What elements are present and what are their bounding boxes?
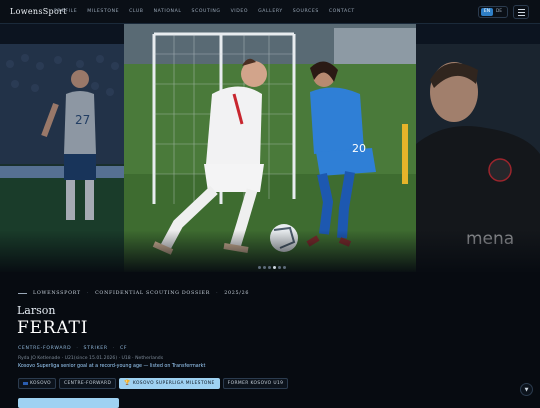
- dossier-header: LOWENSSPORT · CONFIDENTIAL SCOUTING DOSS…: [18, 291, 249, 296]
- scroll-down-button[interactable]: ▼: [520, 383, 533, 396]
- hero-carousel: 27 20: [0, 24, 540, 272]
- flag-icon: [23, 382, 28, 385]
- nav-item-scouting[interactable]: SCOUTING: [192, 9, 221, 14]
- top-navbar: LowensSport PROFILE MILESTONE CLUB NATIO…: [0, 0, 540, 24]
- main-menu: PROFILE MILESTONE CLUB NATIONAL SCOUTING…: [54, 9, 355, 14]
- tag-kosovo[interactable]: KOSOVO: [18, 378, 57, 389]
- nav-item-national[interactable]: NATIONAL: [154, 9, 182, 14]
- carousel-dot[interactable]: [268, 266, 271, 269]
- position-primary: CENTRE-FORWARD: [18, 346, 72, 351]
- nav-item-club[interactable]: CLUB: [129, 9, 143, 14]
- nav-item-gallery[interactable]: GALLERY: [258, 9, 283, 14]
- hamburger-icon: [517, 8, 525, 10]
- nav-item-milestone[interactable]: MILESTONE: [87, 9, 119, 14]
- tag-former-kosovo-u19[interactable]: FORMER KOSOVO U19: [222, 378, 289, 389]
- carousel-dot[interactable]: [258, 266, 261, 269]
- dossier-rule: [18, 293, 27, 294]
- svg-text:20: 20: [352, 142, 366, 155]
- dossier-label: CONFIDENTIAL SCOUTING DOSSIER: [95, 291, 211, 296]
- lang-de-button[interactable]: DE: [493, 8, 505, 16]
- dossier-season: 2025/26: [224, 291, 250, 296]
- nav-item-sources[interactable]: SOURCES: [293, 9, 319, 14]
- player-first-name: Larson: [17, 304, 56, 317]
- cta-button[interactable]: [18, 398, 119, 408]
- tag-centre-forward[interactable]: CENTRE-FORWARD: [59, 378, 117, 389]
- nav-item-profile[interactable]: PROFILE: [54, 9, 77, 14]
- carousel-dot[interactable]: [278, 266, 281, 269]
- carousel-dots: [258, 266, 286, 269]
- player-last-name: FERATI: [17, 318, 89, 338]
- trophy-icon: 🏆: [124, 380, 131, 386]
- dossier-brand: LOWENSSPORT: [33, 291, 81, 296]
- player-meta: Ryda JO Ketlenade · U21(since 15.01.2026…: [18, 356, 164, 361]
- player-positions: CENTRE-FORWARD · STRIKER · CF: [18, 346, 128, 351]
- player-highlight[interactable]: Kosovo Superliga senior goal at a record…: [18, 364, 205, 369]
- dossier-separator: ·: [86, 291, 90, 296]
- dossier-separator: ·: [216, 291, 219, 296]
- nav-item-video[interactable]: VIDEO: [231, 9, 249, 14]
- menu-button[interactable]: [513, 5, 529, 19]
- position-short: CF: [119, 346, 128, 351]
- chevron-down-icon: ▼: [524, 386, 529, 393]
- nav-item-contact[interactable]: CONTACT: [329, 9, 355, 14]
- player-tags: KOSOVO CENTRE-FORWARD 🏆 KOSOVO SUPERLIGA…: [18, 378, 289, 389]
- language-switch: EN DE: [478, 6, 508, 18]
- carousel-dot[interactable]: [283, 266, 286, 269]
- position-secondary: STRIKER: [83, 346, 108, 351]
- carousel-dot[interactable]: [263, 266, 266, 269]
- tag-superliga-milestone[interactable]: 🏆 KOSOVO SUPERLIGA MILESTONE: [119, 378, 220, 389]
- svg-text:27: 27: [75, 113, 90, 127]
- lang-en-button[interactable]: EN: [481, 8, 493, 16]
- carousel-dot-active[interactable]: [273, 266, 276, 269]
